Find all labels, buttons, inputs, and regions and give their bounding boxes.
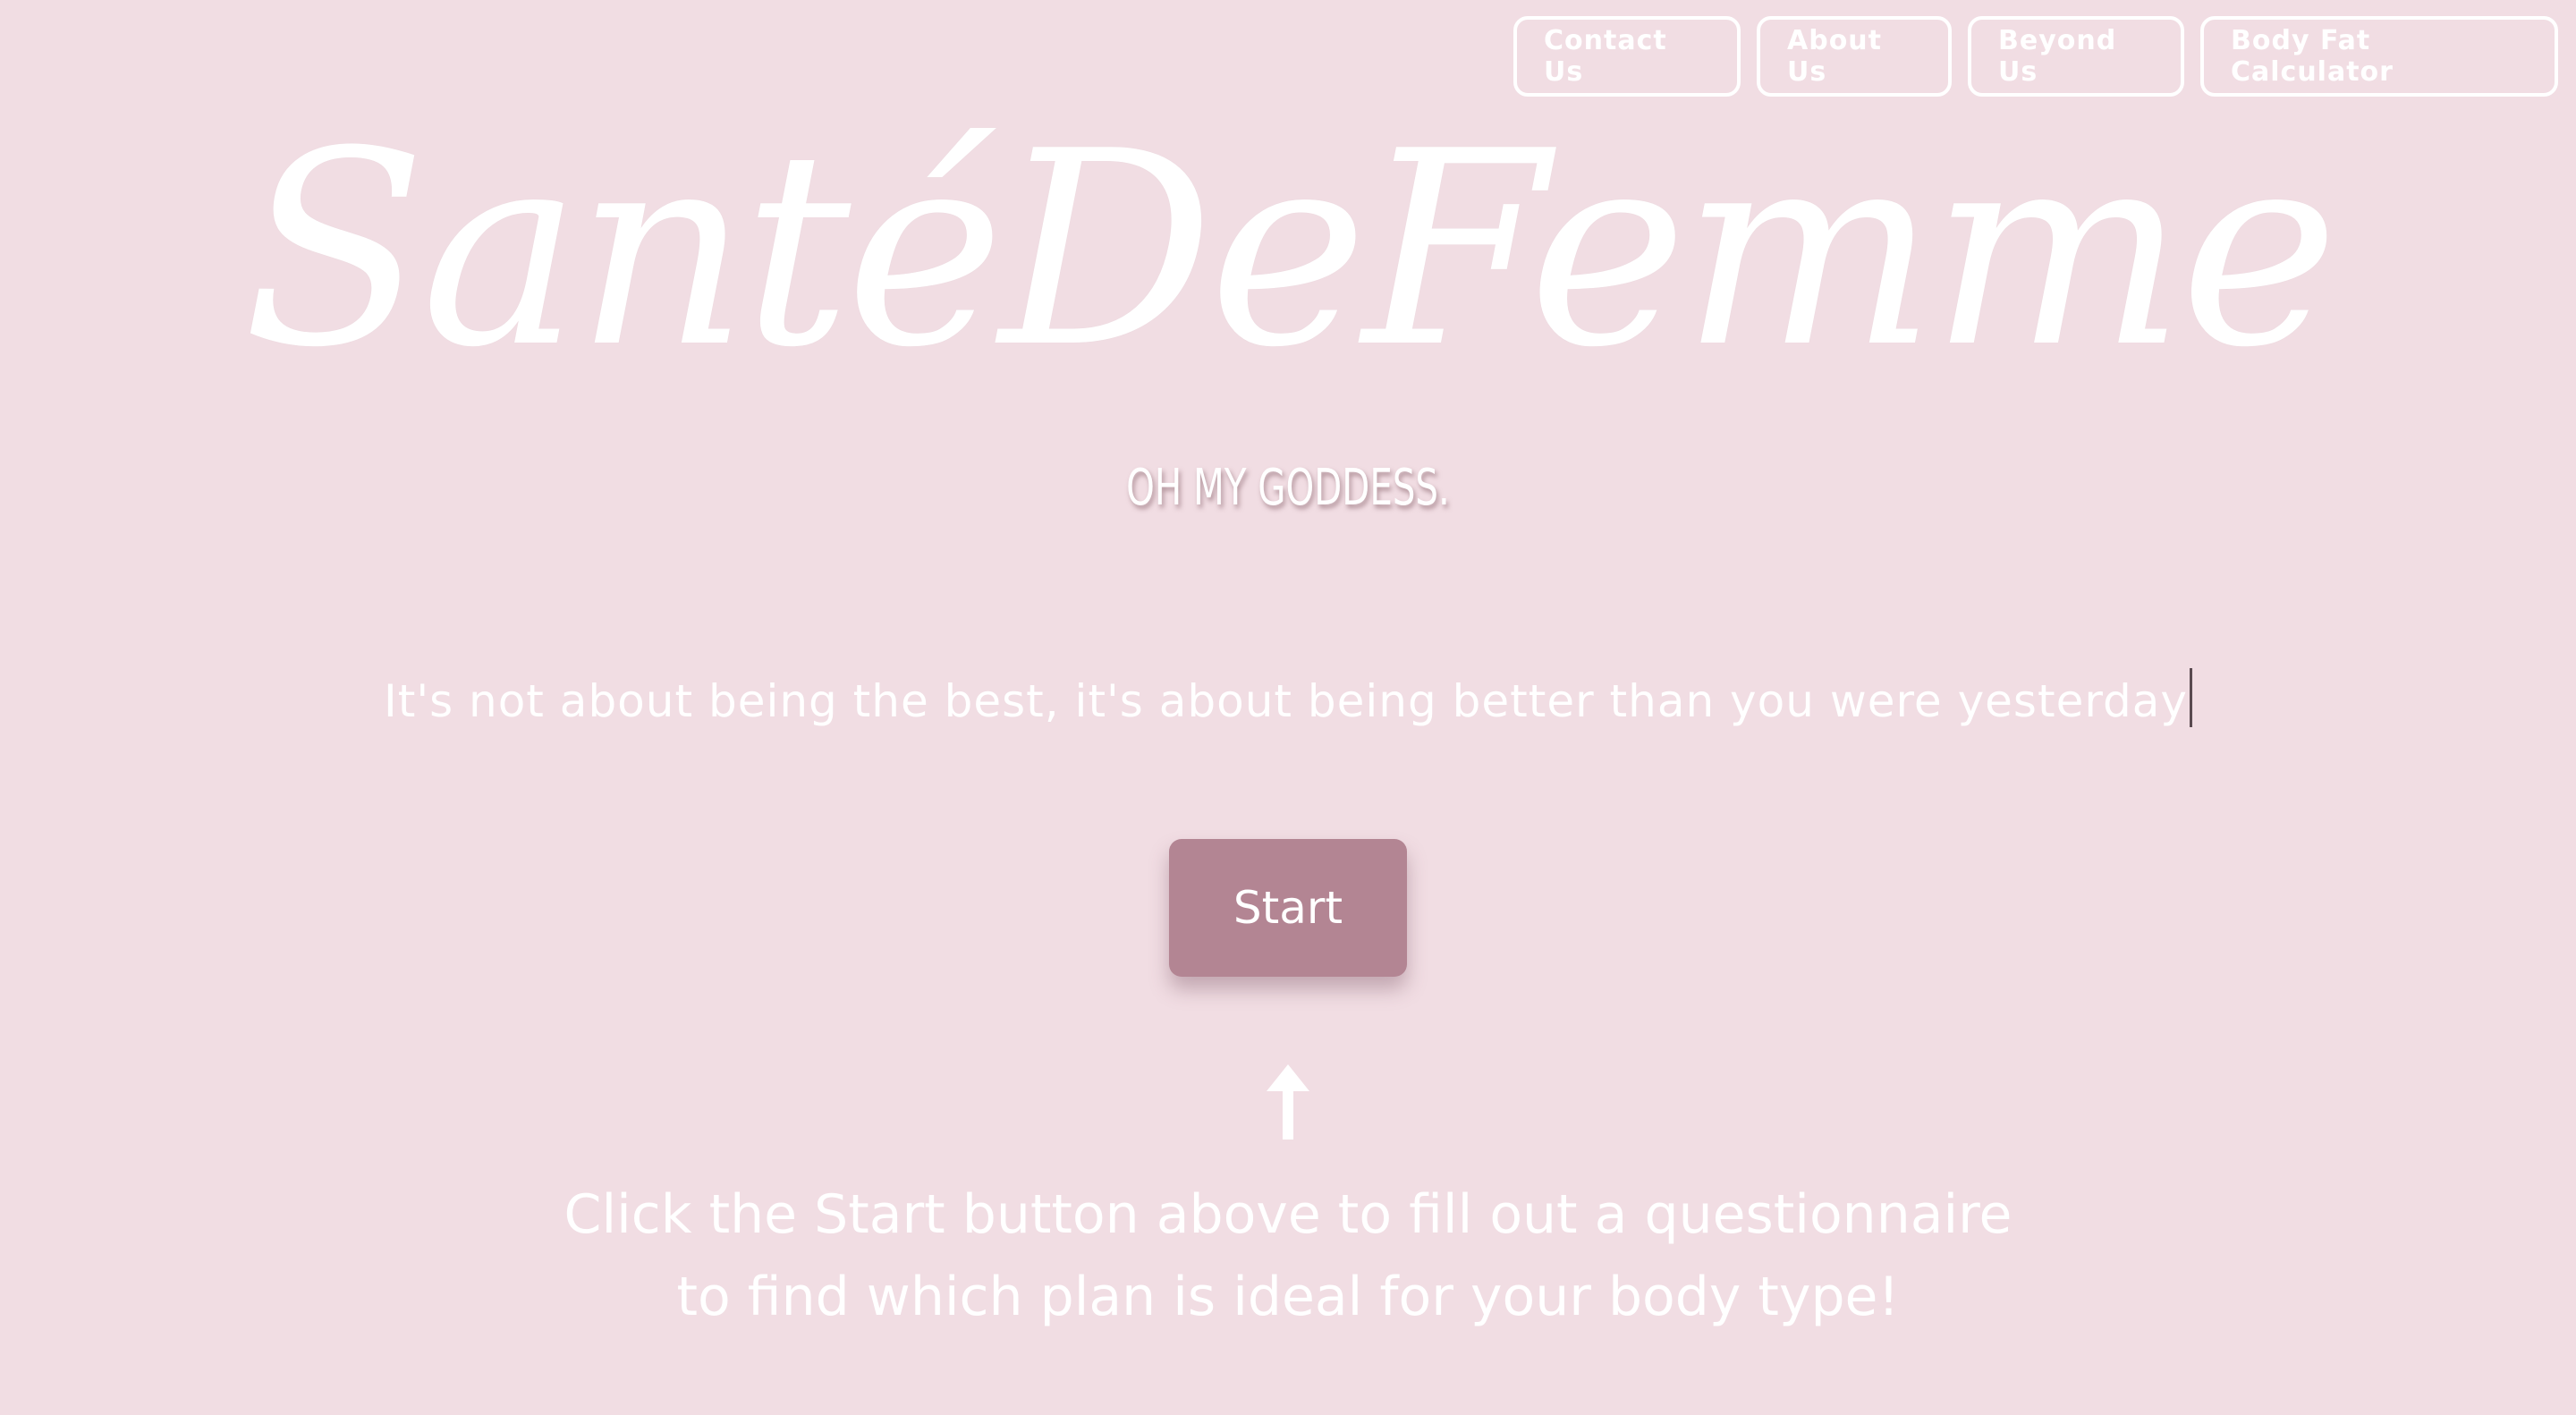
typing-caret bbox=[2190, 668, 2192, 727]
quote-text: It's not about being the best, it's abou… bbox=[0, 665, 2576, 737]
arrow-up-icon bbox=[1267, 1064, 1309, 1140]
tagline: OH MY GODDESS. bbox=[1126, 459, 1450, 517]
instruction-line-2: to find which plan is ideal for your bod… bbox=[676, 1266, 1900, 1328]
start-button[interactable]: Start bbox=[1169, 839, 1407, 977]
instruction-text: Click the Start button above to fill out… bbox=[0, 1174, 2576, 1338]
instruction-line-1: Click the Start button above to fill out… bbox=[564, 1183, 2012, 1246]
site-logo: SantéDeFemme bbox=[242, 94, 2339, 406]
contact-us-button[interactable]: Contact Us bbox=[1513, 16, 1741, 97]
top-navigation: Contact Us About Us Beyond Us Body Fat C… bbox=[1513, 16, 2558, 97]
about-us-button[interactable]: About Us bbox=[1757, 16, 1952, 97]
quote-content: It's not about being the best, it's abou… bbox=[383, 675, 2188, 727]
body-fat-calculator-button[interactable]: Body Fat Calculator bbox=[2200, 16, 2558, 97]
beyond-us-button[interactable]: Beyond Us bbox=[1968, 16, 2184, 97]
